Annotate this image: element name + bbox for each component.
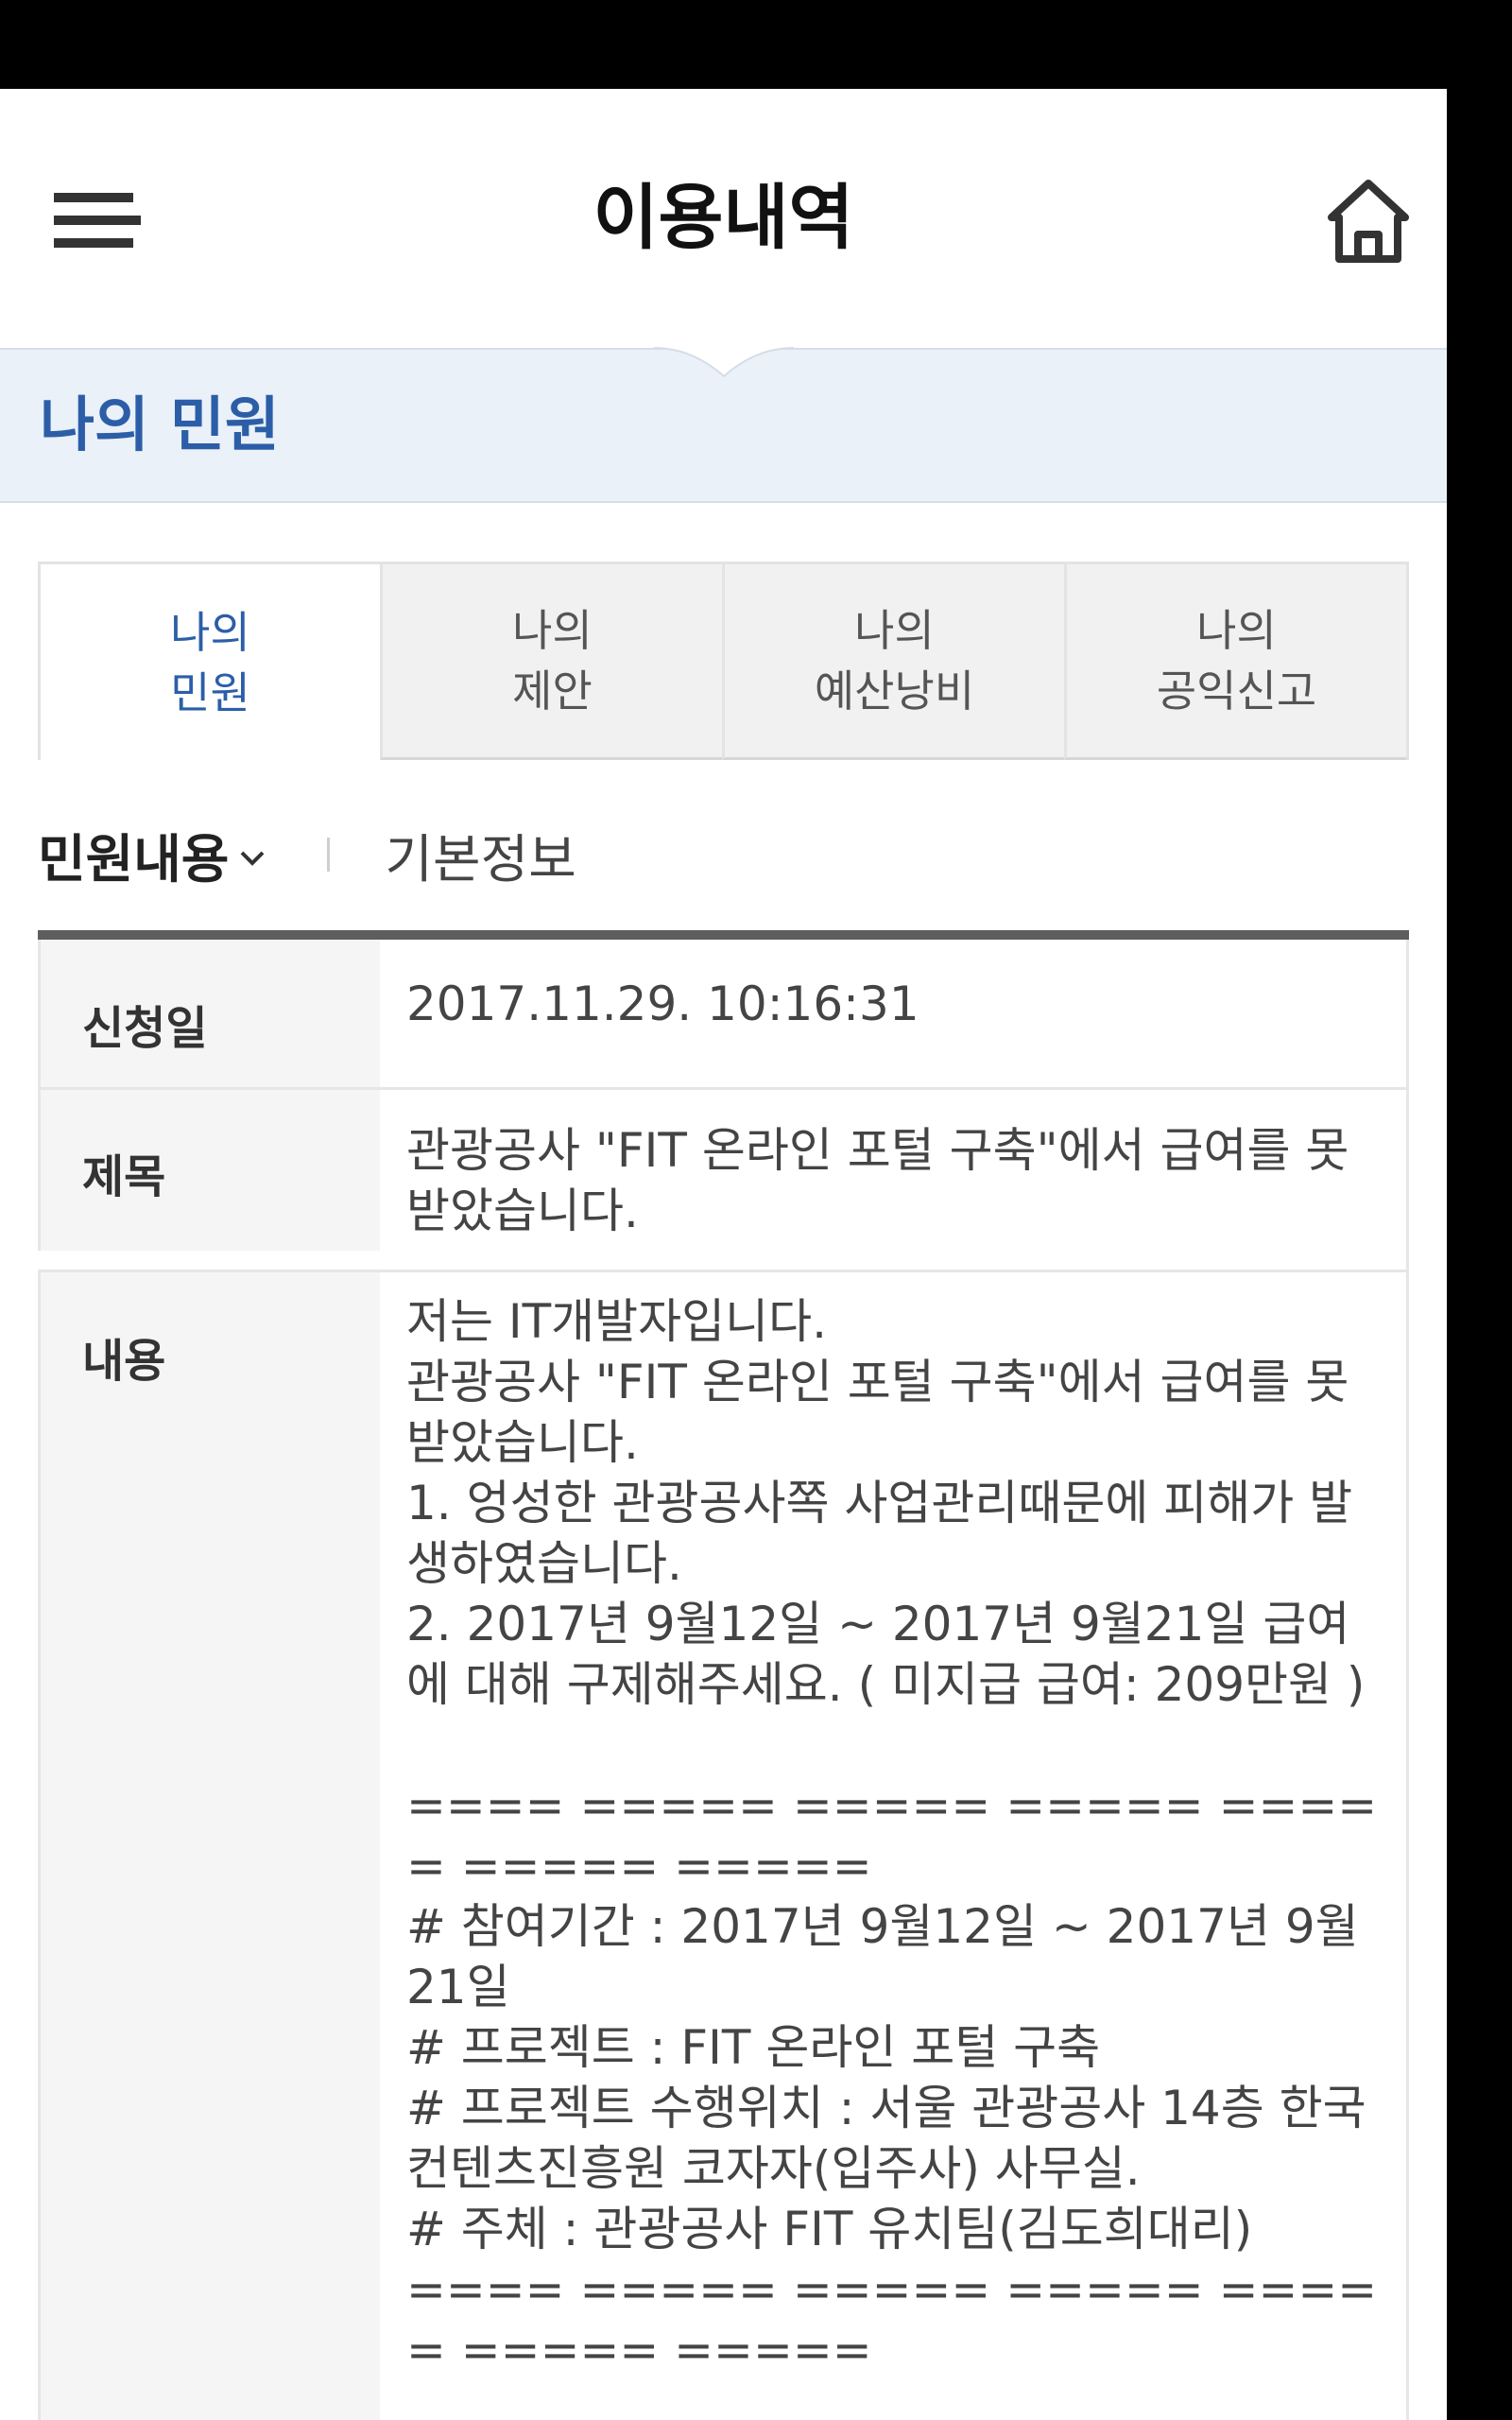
chevron-down-icon[interactable]: [238, 849, 266, 868]
section-title: 나의 민원: [40, 390, 280, 459]
app-screen: 이용내역 나의 민원 나의 민원 나의 제안 나의 예산낭비 나의 공익신고 민…: [0, 89, 1447, 2420]
tab-my-proposals[interactable]: 나의 제안: [380, 564, 722, 760]
tab-my-budget-waste[interactable]: 나의 예산낭비: [722, 564, 1064, 760]
header-notch: [654, 344, 794, 378]
date-value: 2017.11.29. 10:16:31: [380, 940, 1409, 1087]
home-icon[interactable]: [1326, 178, 1411, 265]
subtab-divider: [327, 838, 331, 872]
table-row: 내용 저는 IT개발자입니다. 관광공사 "FIT 온라인 포털 구축"에서 급…: [38, 1272, 1409, 2420]
subtab-petition-content[interactable]: 민원내용: [38, 817, 229, 892]
tab-bar: 나의 민원 나의 제안 나의 예산낭비 나의 공익신고: [38, 562, 1409, 760]
sub-tabs: 민원내용 기본정보: [38, 807, 576, 902]
tab-my-public-report[interactable]: 나의 공익신고: [1064, 564, 1406, 760]
top-bar: 이용내역: [0, 89, 1447, 348]
subtab-basic-info[interactable]: 기본정보: [385, 817, 576, 892]
detail-table: 신청일 2017.11.29. 10:16:31 제목 관광공사 "FIT 온라…: [38, 930, 1409, 2420]
table-row: 신청일 2017.11.29. 10:16:31: [38, 940, 1409, 1090]
subject-value: 관광공사 "FIT 온라인 포털 구축"에서 급여를 못 받았습니다.: [380, 1090, 1409, 1270]
subject-label: 제목: [38, 1090, 380, 1251]
page-title: 이용내역: [593, 176, 854, 259]
table-row: 제목 관광공사 "FIT 온라인 포털 구축"에서 급여를 못 받았습니다.: [38, 1090, 1409, 1272]
tab-my-petitions[interactable]: 나의 민원: [41, 564, 380, 760]
content-label: 내용: [38, 1272, 380, 2420]
content-value: 저는 IT개발자입니다. 관광공사 "FIT 온라인 포털 구축"에서 급여를 …: [380, 1272, 1409, 2420]
date-label: 신청일: [38, 940, 380, 1087]
